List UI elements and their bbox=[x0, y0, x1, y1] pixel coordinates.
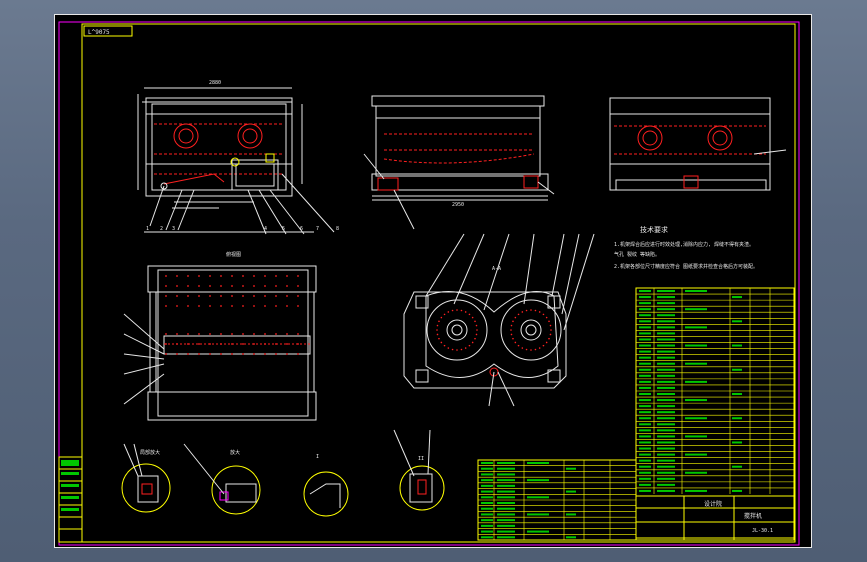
title-name: 搅拌机 bbox=[744, 512, 762, 520]
detail-label-4: II bbox=[418, 456, 424, 462]
detail-views: 局部放大 放大 I II bbox=[121, 429, 445, 517]
detail-label-3: I bbox=[316, 454, 319, 460]
detail-label-1: 局部放大 bbox=[140, 449, 160, 456]
balloon-8: 8 bbox=[336, 226, 339, 232]
label-top-view: 俯视图 bbox=[226, 251, 241, 258]
corner-tag: L^9075 bbox=[88, 29, 110, 36]
outer-border bbox=[54, 14, 812, 548]
drawing-viewport[interactable]: L^9075 2880 1 2 3 4 5 6 7 8 2950 俯视图 A-A… bbox=[54, 14, 812, 548]
balloon-6: 6 bbox=[300, 226, 303, 232]
balloon-7: 7 bbox=[316, 226, 319, 232]
balloon-2: 2 bbox=[160, 226, 163, 232]
tech-req-line-2: 气孔 裂纹 等缺陷。 bbox=[614, 251, 660, 258]
balloon-4: 4 bbox=[264, 226, 267, 232]
tech-req-title: 技术要求 bbox=[640, 225, 668, 234]
magenta-border bbox=[58, 21, 800, 546]
tech-req-line-1: 1.机架焊合后应进行时效处理,消除内应力, 焊缝不得有夹渣。 bbox=[614, 241, 754, 248]
dim-side-width: 2950 bbox=[452, 202, 464, 208]
detail-label-2: 放大 bbox=[230, 449, 240, 456]
section-view: A-A bbox=[403, 233, 595, 407]
top-view: 俯视图 bbox=[123, 251, 317, 421]
technical-requirements: 技术要求 1.机架焊合后应进行时效处理,消除内应力, 焊缝不得有夹渣。 气孔 裂… bbox=[614, 225, 758, 270]
parts-list-table-2 bbox=[477, 459, 637, 541]
cad-drawing: L^9075 2880 1 2 3 4 5 6 7 8 2950 俯视图 A-A… bbox=[54, 14, 812, 548]
title-block: 设计院 搅拌机 JL-30.1 bbox=[635, 495, 795, 541]
balloon-1: 1 bbox=[146, 226, 149, 232]
dim-front-width: 2880 bbox=[209, 80, 221, 86]
front-view: 2880 1 2 3 4 5 6 7 8 bbox=[137, 80, 339, 235]
left-strip-table bbox=[58, 456, 83, 543]
bolt-hole-grid bbox=[165, 275, 299, 355]
balloon-3: 3 bbox=[172, 226, 175, 232]
right-view bbox=[609, 97, 787, 191]
side-view: 2950 bbox=[363, 95, 555, 230]
balloon-5: 5 bbox=[282, 226, 285, 232]
title-company: 设计院 bbox=[704, 500, 722, 508]
tech-req-line-3: 2.机架各部位尺寸精度应符合 图纸要求并检查合格后方可装配。 bbox=[614, 263, 758, 270]
drawing-number: JL-30.1 bbox=[752, 528, 773, 534]
